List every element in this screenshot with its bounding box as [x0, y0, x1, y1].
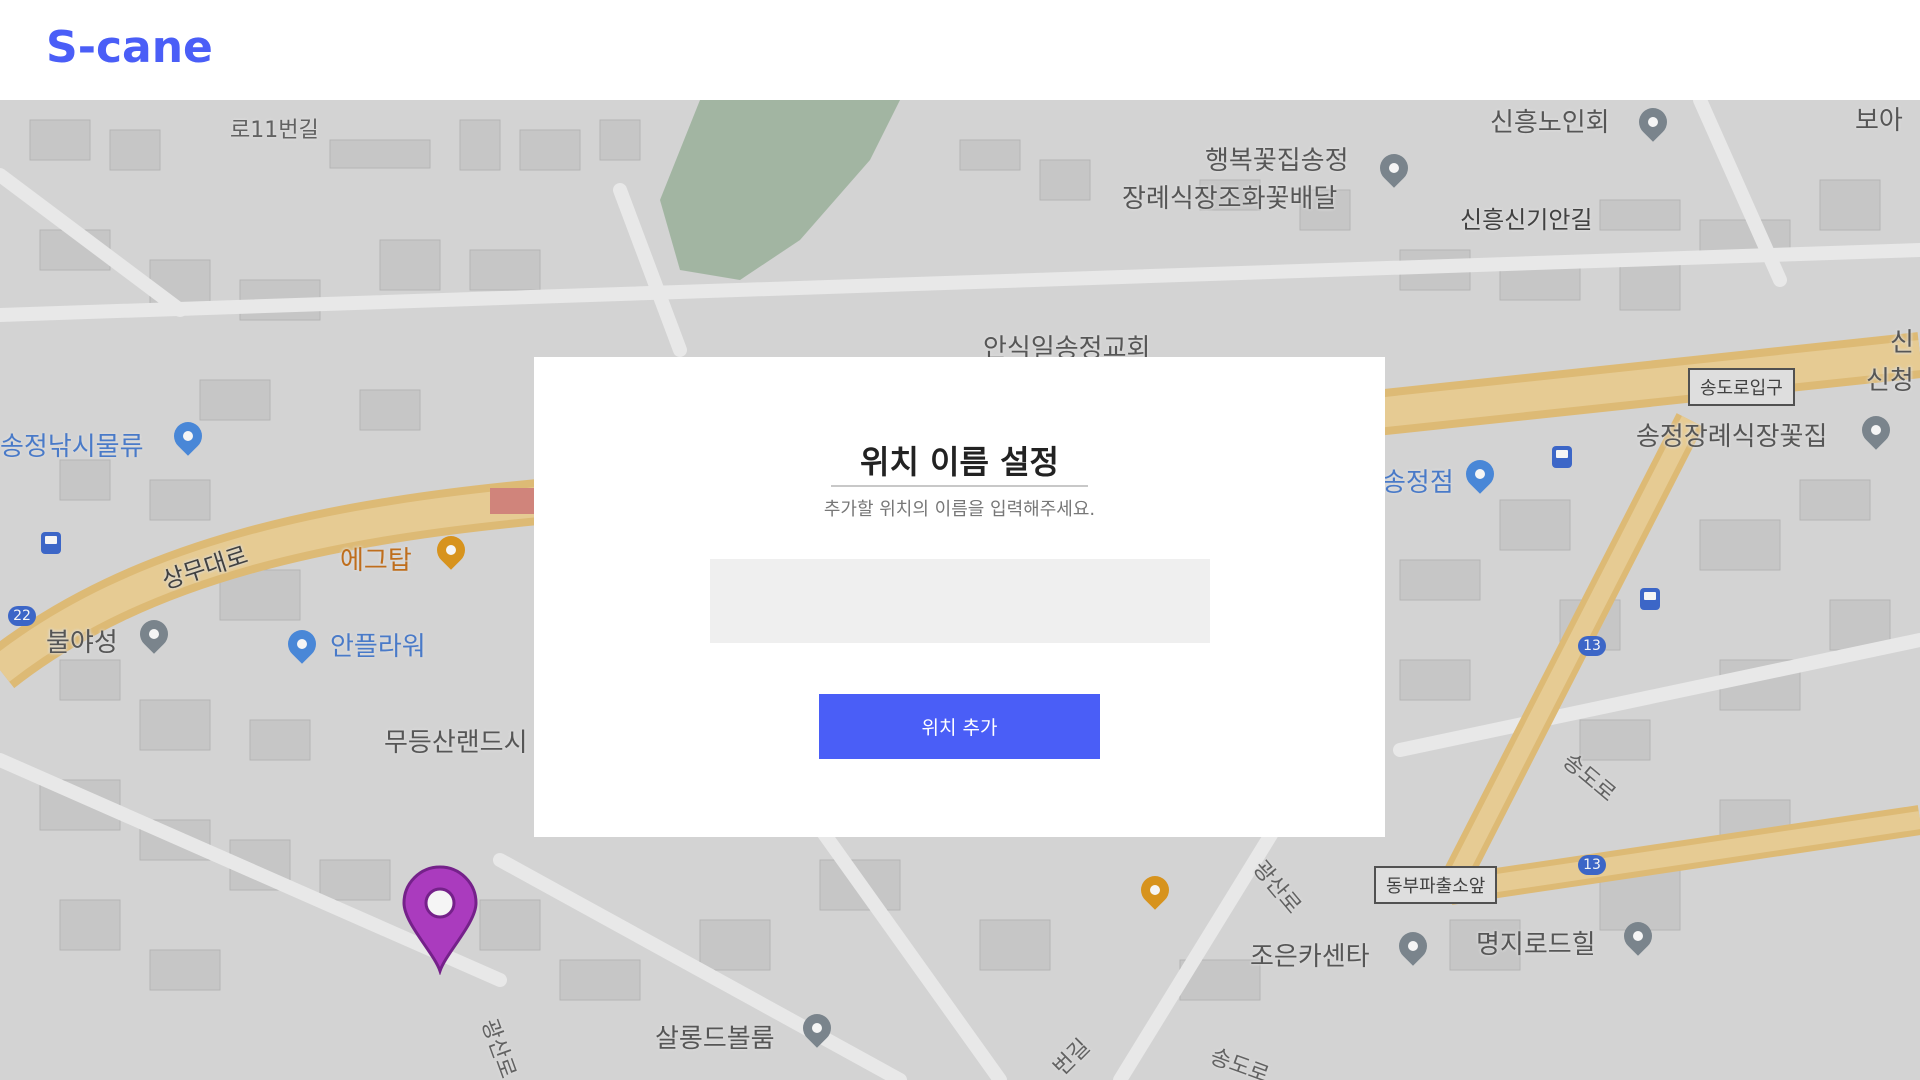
app-header: S-cane [0, 0, 1920, 100]
app-logo[interactable]: S-cane [46, 22, 213, 73]
add-location-button[interactable]: 위치 추가 [819, 694, 1100, 759]
dialog-title: 위치 이름 설정 [860, 443, 1059, 481]
location-name-dialog: 위치 이름 설정 추가할 위치의 이름을 입력해주세요. 위치 추가 [534, 357, 1385, 837]
dialog-subtitle: 추가할 위치의 이름을 입력해주세요. [823, 499, 1096, 520]
location-name-input[interactable] [710, 559, 1210, 643]
title-underline [831, 485, 1088, 487]
